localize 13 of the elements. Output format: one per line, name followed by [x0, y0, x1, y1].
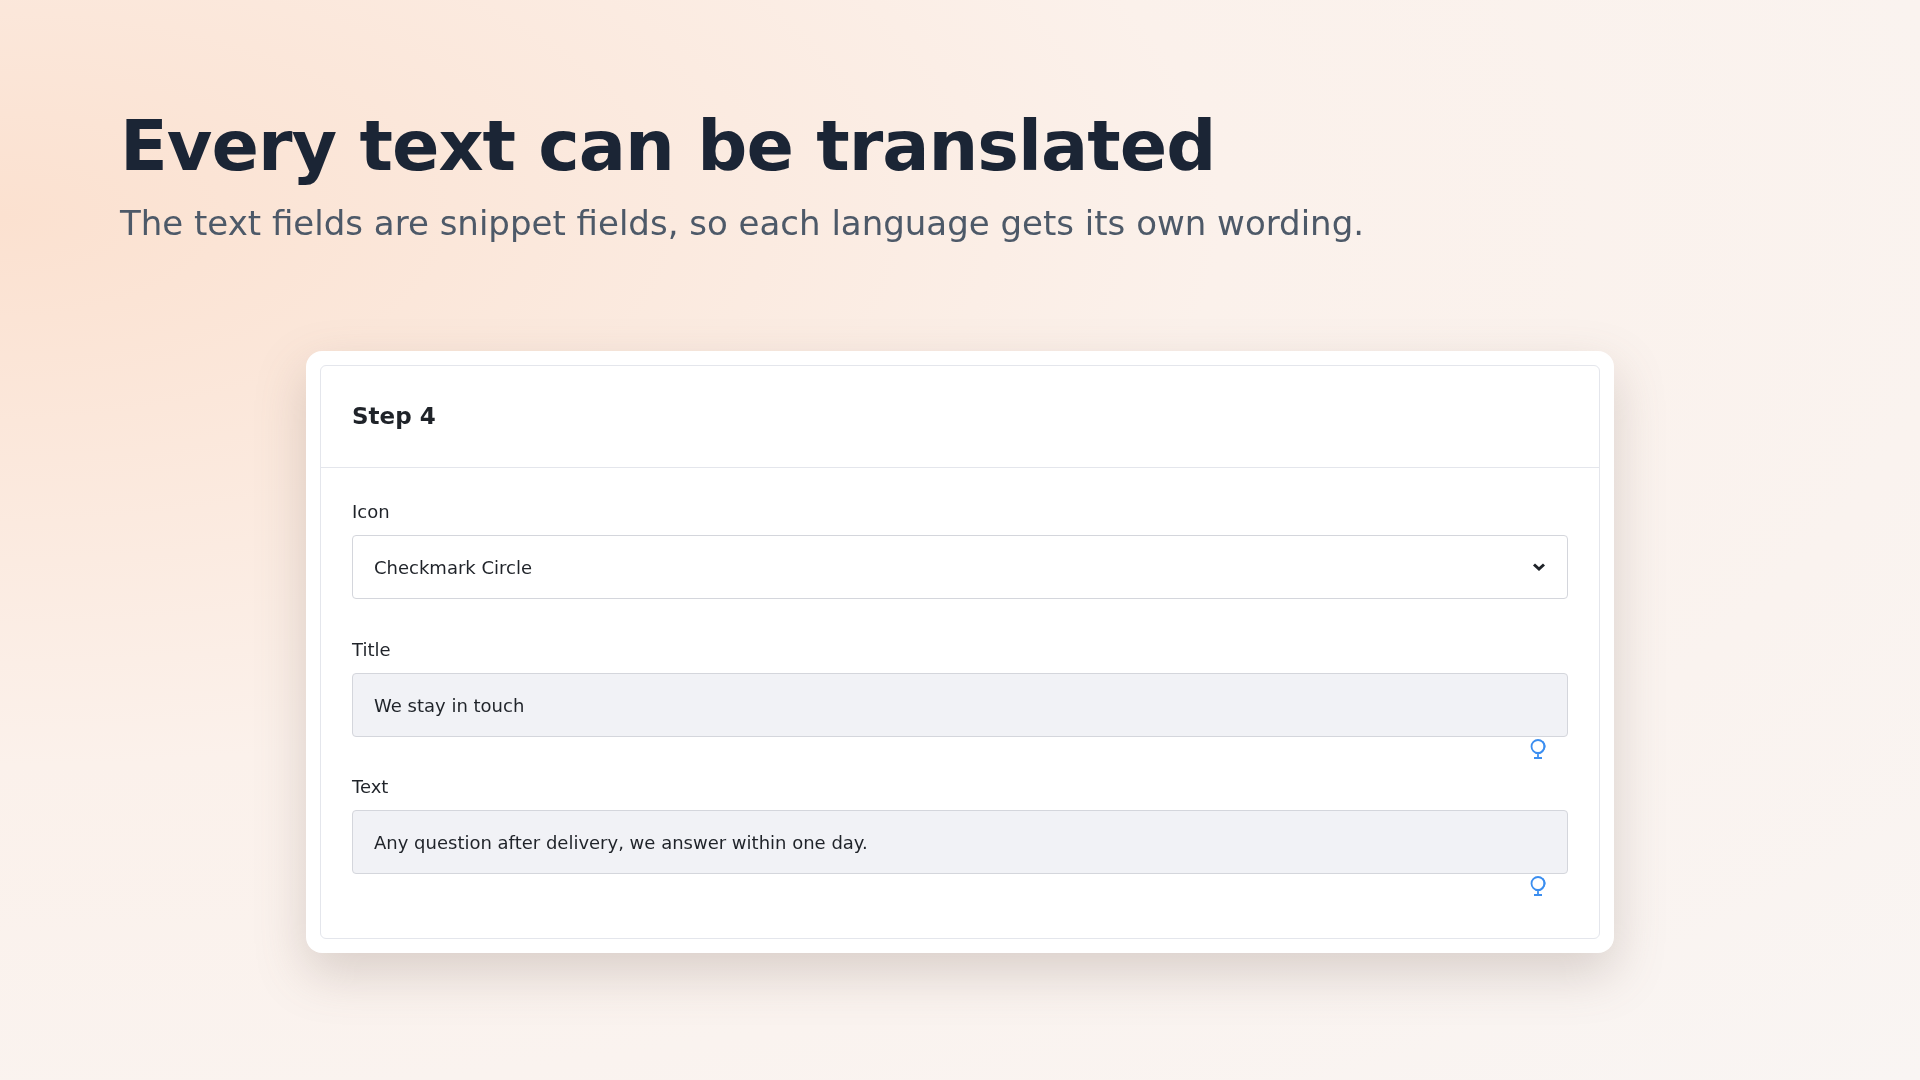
text-input[interactable]: We stay in touch [352, 673, 1568, 737]
panel-title: Step 4 [352, 402, 436, 432]
select-value: Checkmark Circle [374, 555, 533, 580]
field-label: Title [352, 638, 392, 662]
icon-select[interactable]: Checkmark Circle [352, 535, 1568, 599]
field-label: Text [352, 775, 390, 799]
chevron-down-icon [1532, 562, 1546, 572]
field-label: Icon [352, 500, 391, 524]
text-input[interactable]: Any question after delivery, we answer within one day. [352, 810, 1568, 874]
globe-icon[interactable] [1528, 875, 1548, 897]
globe-icon[interactable] [1528, 738, 1548, 760]
page-heading: Every text can be translated [120, 104, 1217, 188]
page-subtitle: The text fields are snippet fields, so each language gets its own wording. [120, 202, 1366, 245]
